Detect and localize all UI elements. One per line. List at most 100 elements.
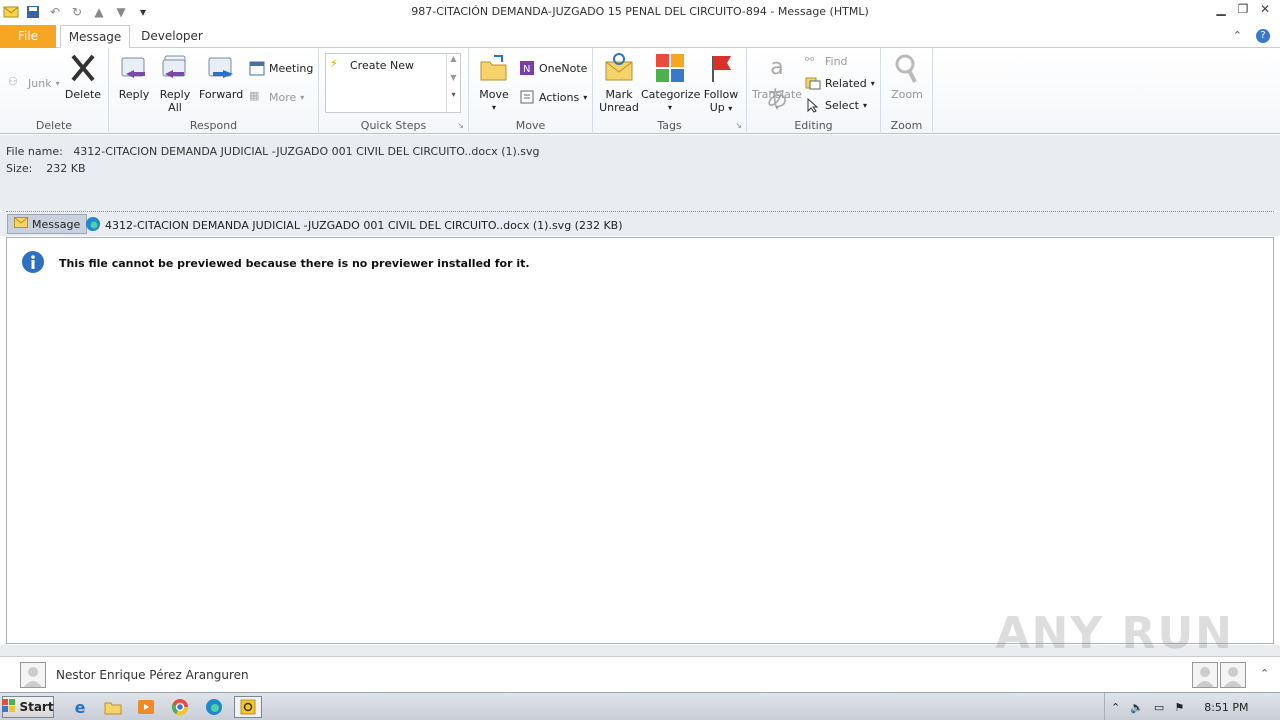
tab-message[interactable]: Message <box>60 25 130 48</box>
close-button[interactable]: ✕ <box>1258 2 1272 18</box>
delete-group-label: Delete <box>35 119 73 132</box>
envelope-icon <box>14 217 28 231</box>
sender-avatar[interactable] <box>20 662 46 688</box>
minimize-button[interactable]: ▁ <box>1214 2 1228 18</box>
reply-all-button[interactable]: Reply All <box>157 52 193 114</box>
message-tab-button[interactable]: Message <box>7 214 88 234</box>
editing-group: aあ Translate ▾ ⚯ Find Related ▾ Select ▾ E… <box>747 48 881 134</box>
quick-steps-gallery: ⚡ Create New ▲ ▼ ▾ <box>325 53 461 113</box>
reply-icon <box>118 52 150 84</box>
svg-text:N: N <box>523 64 530 75</box>
edge-taskbar-icon[interactable] <box>200 696 228 718</box>
outlook-taskbar-icon[interactable] <box>234 696 262 718</box>
quick-steps-scroll-up[interactable]: ▲ <box>447 54 460 63</box>
quick-steps-group: ⚡ Create New ▲ ▼ ▾ Quick Steps ↘ <box>319 48 469 134</box>
forward-button[interactable]: Forward <box>199 52 243 101</box>
tab-developer[interactable]: Developer <box>136 25 208 48</box>
select-button[interactable]: Select ▾ <box>805 96 867 114</box>
onenote-icon: N <box>519 60 535 76</box>
system-tray: ⌃ 🔈 ▭ ⚑ 8:51 PM <box>1104 693 1280 720</box>
start-button[interactable]: Start <box>2 696 54 718</box>
delete-x-icon <box>67 52 99 84</box>
delete-button[interactable]: Delete <box>62 52 104 101</box>
people-avatar-1[interactable] <box>1192 662 1218 688</box>
minimize-ribbon-icon[interactable]: ⌃ <box>1233 29 1242 43</box>
editing-group-label: Editing <box>794 119 833 132</box>
respond-group-label: Respond <box>189 119 238 132</box>
tags-group-label: Tags <box>657 119 682 132</box>
volume-icon[interactable]: 🔈 <box>1130 701 1144 714</box>
expand-people-pane-icon[interactable]: ⌃ <box>1260 667 1269 680</box>
onenote-button[interactable]: N OneNote <box>519 59 587 77</box>
chrome-icon[interactable] <box>166 696 194 718</box>
media-player-icon[interactable] <box>132 696 160 718</box>
attachment-bar: Message 4312-CITACION DEMANDA JUDICIAL -… <box>0 212 1280 236</box>
more-respond-button[interactable]: ▦ More ▾ <box>249 88 304 106</box>
flag-icon <box>705 52 737 84</box>
info-icon <box>21 250 45 277</box>
related-button[interactable]: Related ▾ <box>805 74 875 92</box>
window-title: 987-CITACIÓN DEMANDA-JUZGADO 15 PENAL DE… <box>411 5 869 18</box>
reply-all-icon <box>159 52 191 84</box>
reply-button[interactable]: Reply <box>117 52 151 101</box>
follow-up-button[interactable]: Follow Up ▾ <box>701 52 741 115</box>
file-name-label: File name: <box>6 145 63 158</box>
tags-dialog-launcher[interactable]: ↘ <box>735 121 742 130</box>
ribbon: ⚇ Junk ▾ Delete Delete Reply Reply All F… <box>0 48 1280 134</box>
find-button[interactable]: ⚯ Find <box>805 52 848 70</box>
size-value: 232 KB <box>46 162 86 175</box>
action-center-flag-icon[interactable]: ⚑ <box>1174 701 1184 714</box>
mark-unread-icon <box>603 52 635 84</box>
translate-button[interactable]: aあ Translate ▾ <box>751 52 803 114</box>
zoom-button[interactable]: Zoom <box>887 52 927 101</box>
zoom-group: Zoom Zoom <box>881 48 933 134</box>
actions-icon <box>519 89 535 105</box>
actions-button[interactable]: Actions ▾ <box>519 88 587 106</box>
quick-steps-group-label: Quick Steps <box>360 119 427 132</box>
attachment-info: File name: 4312-CITACION DEMANDA JUDICIA… <box>0 135 1280 211</box>
title-bar: ↶ ↻ ▲ ▼ ▾ 987-CITACIÓN DEMANDA-JUZGADO 1… <box>0 0 1280 24</box>
quick-steps-scroll-down[interactable]: ▼ <box>447 73 460 82</box>
sender-name[interactable]: Nestor Enrique Pérez Aranguren <box>56 668 249 682</box>
watermark: ANY RUN <box>995 608 1234 659</box>
calendar-icon <box>249 60 265 76</box>
categorize-icon <box>654 52 686 84</box>
zoom-group-label: Zoom <box>890 119 923 132</box>
restore-button[interactable]: ❐ <box>1236 2 1250 18</box>
related-icon <box>805 75 821 91</box>
taskbar: Start e ⌃ 🔈 ▭ ⚑ 8:51 PM <box>0 692 1280 720</box>
internet-explorer-icon[interactable]: e <box>66 696 94 718</box>
cursor-icon <box>805 97 821 113</box>
tab-file[interactable]: File <box>0 25 56 48</box>
translate-icon: aあ <box>765 55 788 112</box>
people-avatar-2[interactable] <box>1220 662 1246 688</box>
respond-group: Reply Reply All Forward Meeting ▦ More ▾ … <box>109 48 319 134</box>
magnifier-icon <box>891 52 923 84</box>
file-explorer-icon[interactable] <box>99 696 127 718</box>
binoculars-icon: ⚯ <box>805 53 815 66</box>
file-name-value: 4312-CITACION DEMANDA JUDICIAL -JUZGADO … <box>73 145 540 158</box>
show-hidden-icons-icon[interactable]: ⌃ <box>1111 701 1120 714</box>
create-new-quick-step[interactable]: ⚡ Create New <box>330 56 414 74</box>
junk-button[interactable]: ⚇ Junk ▾ <box>8 74 60 92</box>
move-button[interactable]: Move ▾ <box>477 52 511 114</box>
categorize-button[interactable]: Categorize ▾ <box>641 52 700 114</box>
meeting-button[interactable]: Meeting <box>249 59 313 77</box>
quick-steps-dialog-launcher[interactable]: ↘ <box>457 121 464 130</box>
attachment-item[interactable]: 4312-CITACION DEMANDA JUDICIAL -JUZGADO … <box>85 216 623 235</box>
move-folder-icon <box>478 52 510 84</box>
tags-group: Mark Unread Categorize ▾ Follow Up ▾ Tag… <box>593 48 747 134</box>
clock[interactable]: 8:51 PM <box>1204 701 1248 714</box>
delete-group: ⚇ Junk ▾ Delete Delete <box>0 48 109 134</box>
windows-logo-icon <box>2 698 16 716</box>
mark-unread-button[interactable]: Mark Unread <box>597 52 641 114</box>
quick-steps-expand[interactable]: ▾ <box>447 90 460 99</box>
edge-icon <box>85 216 101 235</box>
more-icon: ▦ <box>249 89 260 102</box>
move-group: Move ▾ N OneNote Actions ▾ Move <box>469 48 593 134</box>
help-icon[interactable]: ? <box>1256 29 1270 43</box>
size-label: Size: <box>6 162 33 175</box>
junk-icon: ⚇ <box>8 75 18 88</box>
network-icon[interactable]: ▭ <box>1154 701 1164 714</box>
people-pane: Nestor Enrique Pérez Aranguren ⌃ <box>0 656 1280 692</box>
